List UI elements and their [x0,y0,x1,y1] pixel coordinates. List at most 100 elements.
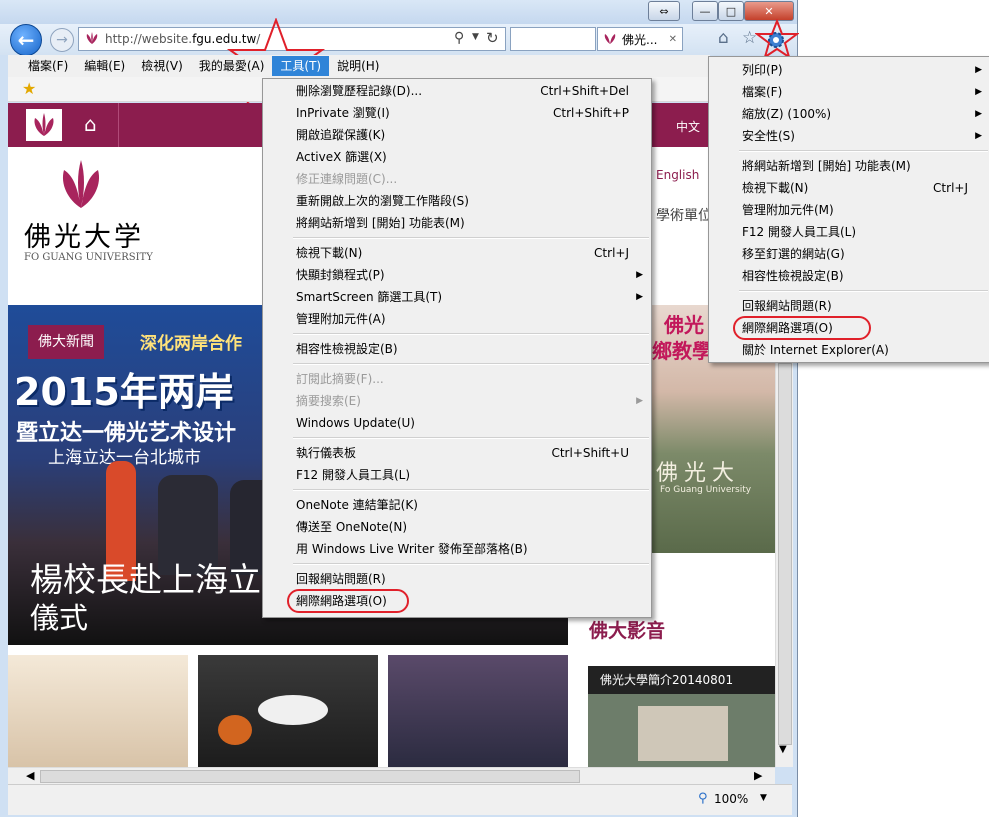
restore-tabs-button[interactable]: ⇔ [648,1,680,21]
tools-menu-item[interactable]: OneNote 連結筆記(K) [263,494,651,516]
refresh-icon[interactable]: ↻ [486,29,499,47]
gear-menu-item[interactable]: 關於 Internet Explorer(A) [709,339,989,361]
minimize-button[interactable]: — [692,1,718,21]
gear-menu-item[interactable]: 將網站新增到 [開始] 功能表(M) [709,155,989,177]
url-prefix: http://website. [105,32,193,46]
menu-help[interactable]: 說明(H) [329,56,387,76]
gear-menu-item[interactable]: 移至釘選的網站(G) [709,243,989,265]
menu-item-shortcut: Ctrl+J [933,181,968,195]
tools-menu-item[interactable]: 傳送至 OneNote(N) [263,516,651,538]
tools-menu-item[interactable]: 刪除瀏覽歷程記錄(D)... Ctrl+Shift+Del [263,80,651,102]
menu-favorites[interactable]: 我的最愛(A) [191,56,273,76]
tools-menu-item[interactable]: SmartScreen 篩選工具(T) ▶ [263,286,651,308]
menu-item-label: 管理附加元件(M) [742,203,834,217]
tools-menu: 刪除瀏覽歷程記錄(D)... Ctrl+Shift+Del InPrivate 瀏覽… [262,78,652,618]
menu-item-label: F12 開發人員工具(L) [742,225,857,239]
news-headline-line-2[interactable]: 儀式 [30,595,88,637]
menu-item-shortcut: Ctrl+J [594,246,629,260]
building-shape [638,706,728,761]
tools-menu-item[interactable]: F12 開發人員工具(L) [263,464,651,486]
gear-menu-item[interactable]: 管理附加元件(M) [709,199,989,221]
news-thumbnail-2[interactable] [198,655,378,767]
gear-menu-item[interactable]: F12 開發人員工具(L) [709,221,989,243]
news-badge[interactable]: 佛大新聞 [28,325,104,359]
close-button[interactable]: ✕ [744,1,794,21]
news-thumbnail-1[interactable] [8,655,188,767]
menu-item-label: 摘要搜索(E) [296,394,361,408]
tools-menu-item[interactable]: 管理附加元件(A) [263,308,651,330]
tools-menu-item[interactable]: 執行儀表板 Ctrl+Shift+U [263,442,651,464]
scroll-thumb[interactable] [778,363,792,745]
menu-separator [293,333,649,335]
menu-separator [293,563,649,565]
add-favorite-star-icon[interactable]: ★ [22,79,36,98]
tools-menu-item[interactable]: 檢視下載(N) Ctrl+J [263,242,651,264]
tools-menu-item: 摘要搜索(E) ▶ [263,390,651,412]
tools-menu-item[interactable]: 回報網站問題(R) [263,568,651,590]
gear-menu-item[interactable]: 回報網站問題(R) [709,295,989,317]
horizontal-scrollbar[interactable]: ◀ ▶ [8,767,775,785]
video-thumbnail[interactable]: 佛光大學簡介20140801 [588,666,775,767]
menu-item-label: 回報網站問題(R) [742,299,832,313]
news-headline-line-1[interactable]: 楊校長赴上海立 [30,553,261,601]
hscroll-thumb[interactable] [40,770,580,783]
tab-close-icon[interactable]: ✕ [669,34,677,45]
tools-menu-item[interactable]: ActiveX 篩選(X) [263,146,651,168]
tab-title: 佛光... [622,32,658,47]
tab-blank[interactable] [510,27,596,51]
tools-menu-item[interactable]: Windows Update(U) [263,412,651,434]
tools-menu-item[interactable]: 相容性檢視設定(B) [263,338,651,360]
gear-menu-item[interactable]: 相容性檢視設定(B) [709,265,989,287]
scroll-left-icon[interactable]: ◀ [26,769,34,782]
menu-item-label: 管理附加元件(A) [296,312,386,326]
site-logo-small[interactable] [26,109,62,141]
scroll-down-icon[interactable]: ▼ [779,744,787,755]
tab-active[interactable]: 佛光... ✕ [597,27,683,51]
tools-menu-item[interactable]: 快顯封鎖程式(P) ▶ [263,264,651,286]
gear-menu-item[interactable]: 檢視下載(N) Ctrl+J [709,177,989,199]
academic-units-link[interactable]: 學術單位 [656,205,712,225]
gear-menu-item[interactable]: 安全性(S) ▶ [709,125,989,147]
site-favicon-icon [604,34,616,44]
annotation-highlight-ring [733,316,871,340]
maximize-button[interactable]: □ [718,1,744,21]
submenu-arrow-icon: ▶ [636,270,643,280]
gear-menu-item[interactable]: 檔案(F) ▶ [709,81,989,103]
menu-separator [739,150,988,152]
menu-edit[interactable]: 編輯(E) [76,56,133,76]
gear-menu-item[interactable]: 列印(P) ▶ [709,59,989,81]
tools-menu-item[interactable]: InPrivate 瀏覽(I) Ctrl+Shift+P [263,102,651,124]
menu-item-shortcut: Ctrl+Shift+Del [540,84,629,98]
menu-tools[interactable]: 工具(T) [272,56,330,76]
search-icon[interactable]: ⚲ [454,30,464,46]
menu-item-label: Windows Update(U) [296,416,415,430]
tools-menu-item[interactable]: 將網站新增到 [開始] 功能表(M) [263,212,651,234]
arrow-left-icon: ← [17,28,35,52]
menu-item-label: F12 開發人員工具(L) [296,468,411,482]
menu-item-label: 修正連線問題(C)... [296,172,398,186]
tools-menu-item[interactable]: 用 Windows Live Writer 發佈至部落格(B) [263,538,651,560]
home-icon[interactable]: ⌂ [84,112,97,136]
menu-view[interactable]: 檢視(V) [133,56,191,76]
tools-menu-item[interactable]: 開啟追蹤保護(K) [263,124,651,146]
tools-menu-item[interactable]: 重新開啟上次的瀏覽工作階段(S) [263,190,651,212]
dropdown-arrow-icon[interactable]: ▼ [472,32,479,42]
gear-menu-item[interactable]: 縮放(Z) (100%) ▶ [709,103,989,125]
submenu-arrow-icon: ▶ [975,131,982,141]
campus-sign-english: Fo Guang University [660,485,752,495]
menu-item-label: 開啟追蹤保護(K) [296,128,386,142]
lang-chinese-link[interactable]: 中文 [676,118,700,135]
news-thumbnail-3[interactable] [388,655,568,767]
lang-english-link[interactable]: English [656,168,699,182]
menu-item-label: 關於 Internet Explorer(A) [742,343,889,357]
home-icon[interactable]: ⌂ [718,28,729,48]
forward-button[interactable]: → [50,28,74,52]
menu-item-label: 相容性檢視設定(B) [296,342,398,356]
zoom-level[interactable]: 100% [714,792,748,806]
menu-file[interactable]: 檔案(F) [20,56,76,76]
scroll-right-icon[interactable]: ▶ [754,769,762,782]
menu-bar: 檔案(F) 編輯(E) 檢視(V) 我的最愛(A) 工具(T) 說明(H) [8,55,710,77]
menu-item-label: 刪除瀏覽歷程記錄(D)... [296,84,423,98]
zoom-dropdown-icon[interactable]: ▼ [760,793,767,803]
back-button[interactable]: ← [10,24,42,56]
